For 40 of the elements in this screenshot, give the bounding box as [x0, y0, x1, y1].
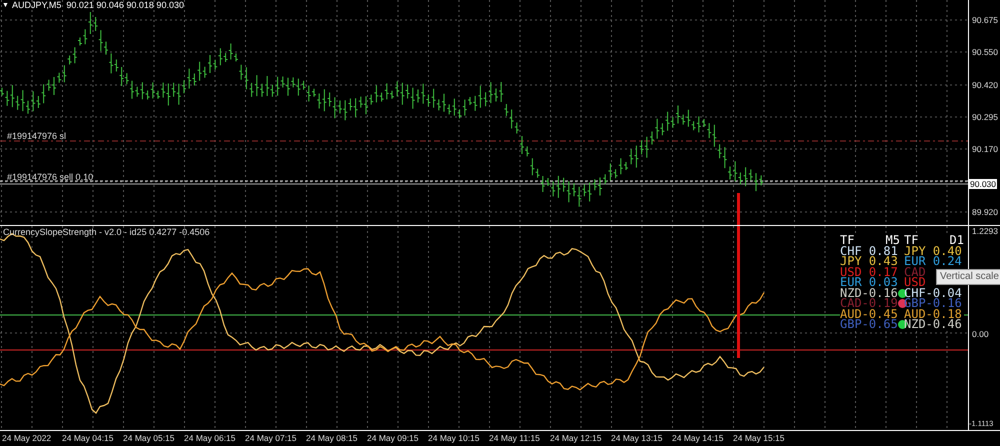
- price-label: 90.295: [972, 112, 998, 122]
- strength-value: AUD-0.18: [904, 306, 962, 320]
- strength-value: JPY 0.43: [840, 256, 899, 266]
- price-label: 90.675: [972, 15, 998, 25]
- table-header: TF: [904, 235, 918, 246]
- strength-value: GBP-0.65: [840, 319, 899, 330]
- table-header: D1: [950, 235, 964, 246]
- strength-value: USD 0.17: [840, 266, 899, 277]
- time-label: 24 May 06:15: [184, 433, 236, 444]
- time-label: 24 May 04:15: [62, 433, 114, 444]
- time-label: 24 May 05:15: [123, 433, 175, 444]
- scale-label: 0.00: [972, 329, 989, 339]
- time-label: 24 May 08:15: [306, 433, 358, 444]
- strength-value: CAD-0.19: [840, 298, 899, 308]
- strength-value: AUD-0.45: [840, 308, 899, 319]
- strength-value: EUR 0.03: [840, 277, 899, 288]
- tooltip: Vertical scale: [936, 269, 1000, 285]
- strength-value: NZD-0.16: [840, 288, 899, 298]
- price-label: 90.170: [972, 144, 998, 154]
- price-label: 90.420: [972, 80, 998, 90]
- indicator-title: CurrencySlopeStrength - v2.0 - id25 0.4277 -0.4506: [3, 227, 210, 238]
- time-label: 24 May 09:15: [367, 433, 419, 444]
- price-label: 90.550: [972, 47, 998, 57]
- table-header: M5: [886, 235, 900, 246]
- scale-label: 1.2293: [972, 226, 998, 236]
- time-label: 24 May 12:15: [550, 433, 602, 444]
- strength-value: CHF 0.81: [840, 246, 898, 256]
- time-label: 24 May 14:15: [672, 433, 724, 444]
- time-label: 24 May 10:15: [428, 433, 480, 444]
- time-label: 24 May 07:15: [245, 433, 297, 444]
- time-label: 24 May 15:15: [733, 433, 785, 444]
- symbol-header: AUDJPY,M5 90.021 90.046 90.018 90.030: [12, 0, 184, 11]
- current-price-label: 90.030: [969, 179, 997, 189]
- time-label: 24 May 11:15: [489, 433, 540, 444]
- time-label: 24 May 2022: [2, 433, 52, 444]
- order-label: #199147976 sl: [7, 131, 66, 142]
- price-label: 89.920: [972, 207, 998, 217]
- order-label: #199147976 sell 0.10: [7, 172, 94, 183]
- time-label: 24 May 13:15: [611, 433, 663, 444]
- table-header: TF: [840, 235, 854, 246]
